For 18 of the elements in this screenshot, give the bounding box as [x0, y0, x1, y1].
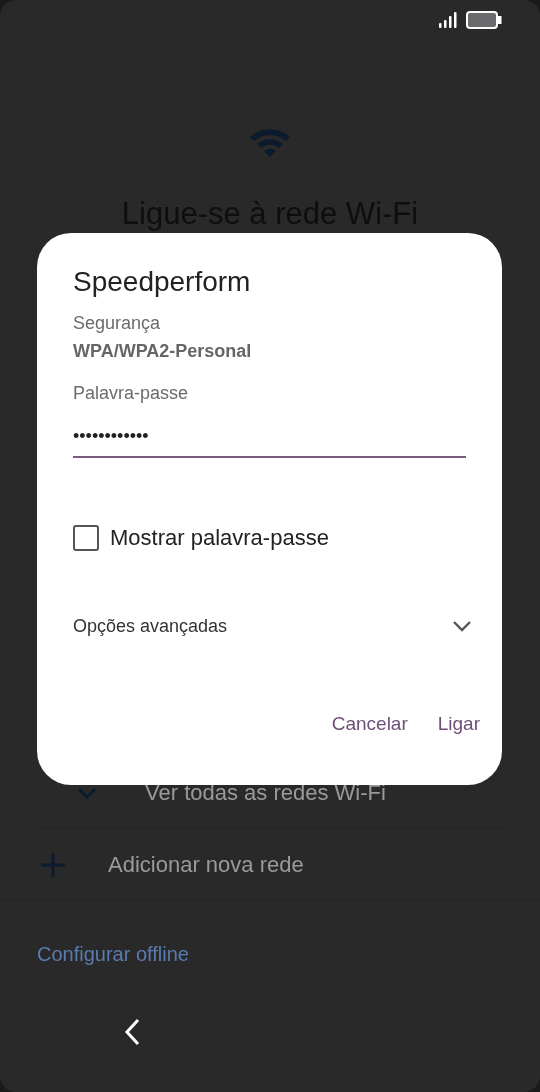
advanced-options-label[interactable]: Opções avançadas: [73, 614, 228, 638]
dialog-title: Speedperform: [73, 266, 252, 298]
show-password-label[interactable]: Mostrar palavra-passe: [110, 524, 329, 552]
list-item-label[interactable]: Adicionar nova rede: [108, 848, 304, 881]
checkbox[interactable]: [73, 525, 99, 551]
password-field[interactable]: ••••••••••••: [73, 416, 466, 458]
battery-icon: [466, 11, 502, 29]
chevron-icon[interactable]: [452, 620, 472, 632]
security-value: WPA/WPA2-Personal: [73, 340, 253, 362]
signal-icon: [438, 12, 458, 28]
password-label: Palavra-passe: [73, 382, 190, 404]
plus-icon: [40, 851, 66, 878]
dialog-button[interactable]: Ligar: [429, 704, 488, 745]
wifi-icon: [248, 126, 292, 158]
security-label: Segurança: [73, 312, 162, 334]
dialog-button[interactable]: Cancelar: [323, 704, 416, 745]
back-icon[interactable]: [122, 1018, 142, 1046]
chevron-icon: [77, 786, 97, 799]
